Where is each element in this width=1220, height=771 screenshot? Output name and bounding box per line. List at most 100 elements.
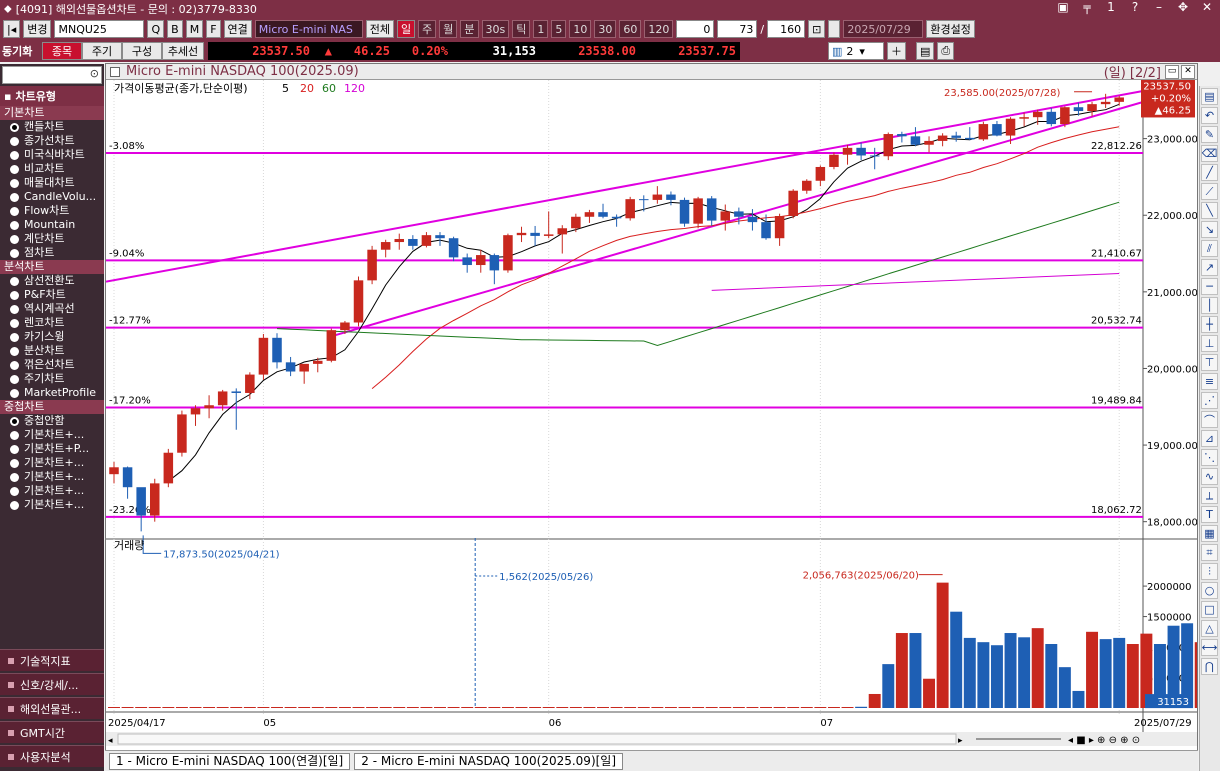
pencil-tool-icon[interactable]: ✎ [1201,126,1218,143]
f-button[interactable]: F [206,20,221,38]
chart-type-item[interactable]: 점차트 [0,246,104,260]
hline-tool-icon[interactable]: ─ [1201,278,1218,295]
interval-1[interactable]: 1 [533,20,549,38]
add-icon[interactable]: ＋ [887,42,906,60]
analysis-type-item[interactable]: 주기차트 [0,372,104,386]
sidebar-footer-item[interactable]: 기술적지표 [0,649,104,671]
name-field[interactable]: Micro E-mini NAS [254,20,363,38]
analysis-type-item[interactable]: 삼선전환도 [0,274,104,288]
m-button[interactable]: M [185,20,204,38]
sidebar-search-icon[interactable]: ⊙ [90,67,99,80]
grid-tool-icon[interactable]: ▦ [1201,525,1218,542]
close-icon[interactable]: ✕ [1198,0,1216,14]
pattern-tool-icon[interactable]: ⌗ [1201,544,1218,561]
cycle-tool-icon[interactable]: ∿ [1201,468,1218,485]
chart-type-item[interactable]: 캔들차트 [0,120,104,134]
interval-input[interactable]: 0 [676,20,715,38]
minimize-icon[interactable]: – [1150,0,1168,14]
triangle-tool-icon[interactable]: △ [1201,620,1218,637]
period-month[interactable]: 월 [439,20,458,38]
chart-type-item[interactable]: 종가선차트 [0,134,104,148]
fibo-arc-tool-icon[interactable]: ⌒ [1201,411,1218,428]
analysis-type-item[interactable]: 카기스윙 [0,330,104,344]
date-checkbox[interactable] [828,20,841,38]
save-icon[interactable]: ▤ [916,42,935,60]
print-icon[interactable]: ⎙ [937,42,955,60]
zoom-icon[interactable]: ⊡ [808,20,826,38]
chart-checkbox[interactable] [110,66,120,77]
vline-tool-icon[interactable]: │ [1201,297,1218,314]
display-count-input[interactable]: 73 [717,20,758,38]
cross-tool-icon[interactable]: ┼ [1201,316,1218,333]
overlay-type-item[interactable]: 기본차트+... [0,428,104,442]
chart-type-item[interactable]: CandleVolu... [0,190,104,204]
line-tool-icon[interactable]: ╱ [1201,164,1218,181]
chart-tab-1[interactable]: 1 - Micro E-mini NASDAQ 100(연결)[일] [109,752,351,770]
channel-tool-icon[interactable]: ⫽ [1201,240,1218,257]
overlay-type-item[interactable]: 기본차트+... [0,484,104,498]
chart-settings-icon[interactable]: ▭ [1165,64,1179,79]
chart-type-item[interactable]: 비교차트 [0,162,104,176]
measure-tool-icon[interactable]: ⟷ [1201,639,1218,656]
gann-fan-tool-icon[interactable]: ⋱ [1201,449,1218,466]
fibo-retrace-tool-icon[interactable]: ≡ [1201,373,1218,390]
sidebar-header[interactable]: ▪ 차트유형 [0,86,104,106]
overlay-type-item[interactable]: 기본차트+P... [0,442,104,456]
analysis-type-item[interactable]: 역시계곡선 [0,302,104,316]
all-button[interactable]: 전체 [365,20,395,38]
range-tool-icon[interactable]: ⊤ [1201,354,1218,371]
sidebar-footer-item[interactable]: 해외선물관... [0,697,104,719]
total-count-input[interactable]: 160 [767,20,806,38]
b-button[interactable]: B [167,20,183,38]
chart-type-item[interactable]: 계단차트 [0,232,104,246]
interval-120[interactable]: 120 [644,20,674,38]
tab-cycle[interactable]: 주기 [82,42,122,60]
symbol-input[interactable]: MNQU25 [54,20,145,38]
interval-5[interactable]: 5 [551,20,567,38]
chart-type-item[interactable]: 매물대차트 [0,176,104,190]
move-icon[interactable]: ✥ [1174,0,1192,14]
interval-10[interactable]: 10 [569,20,592,38]
undo-tool-icon[interactable]: ↶ [1201,107,1218,124]
square-tool-icon[interactable]: □ [1201,601,1218,618]
eraser-tool-icon[interactable]: ⌫ [1201,145,1218,162]
tab-config[interactable]: 구성 [122,42,162,60]
period-minute[interactable]: 분 [460,20,479,38]
price-volume-chart[interactable]: 18,000.00 19,000.00 20,000.00 21,000.00 22,0… [106,80,1197,770]
cursor-tool-icon[interactable]: ▤ [1201,88,1218,105]
chart-type-item[interactable]: Mountain [0,218,104,232]
tab-item[interactable]: 종목 [42,42,82,60]
help-icon[interactable]: ? [1126,0,1144,14]
circle-tool-icon[interactable]: ○ [1201,582,1218,599]
overlay-type-item[interactable]: 기본차트+... [0,470,104,484]
one-icon[interactable]: 1 [1102,0,1120,14]
interval-60[interactable]: 60 [619,20,642,38]
layout-select[interactable]: ▥ 2 ▾ [828,42,884,60]
overlay-type-item[interactable]: 중첩안함 [0,414,104,428]
gann-tool-icon[interactable]: ⊿ [1201,430,1218,447]
search-icon[interactable]: Q [147,20,165,38]
chart-type-item[interactable]: 미국식바차트 [0,148,104,162]
analysis-type-item[interactable]: 꺾은선차트 [0,358,104,372]
analysis-type-item[interactable]: 렌코차트 [0,316,104,330]
settings-button[interactable]: 환경설정 [926,20,975,38]
chart-type-item[interactable]: Flow차트 [0,204,104,218]
restore-icon[interactable]: ▣ [1054,0,1072,14]
analysis-type-item[interactable]: P&F차트 [0,288,104,302]
sidebar-footer-item[interactable]: 신호/강세/... [0,673,104,695]
analysis-type-item[interactable]: 분산차트 [0,344,104,358]
period-30s[interactable]: 30s [481,20,510,38]
overlay-type-item[interactable]: 기본차트+... [0,456,104,470]
sidebar-footer-item[interactable]: GMT시간 [0,721,104,743]
link-button[interactable]: 연결 [223,20,252,38]
ray-tool-icon[interactable]: ↘ [1201,221,1218,238]
arrow-tool-icon[interactable]: ↗ [1201,259,1218,276]
analysis-type-item[interactable]: MarketProfile [0,386,104,400]
tab-trendline[interactable]: 추세선 [162,42,204,60]
interval-30[interactable]: 30 [594,20,617,38]
fibo-fan-tool-icon[interactable]: ⋰ [1201,392,1218,409]
period-tick[interactable]: 틱 [512,20,531,38]
extended-line-tool-icon[interactable]: ╲ [1201,202,1218,219]
magnet-tool-icon[interactable]: ⋂ [1201,658,1218,675]
period-week[interactable]: 주 [418,20,437,38]
